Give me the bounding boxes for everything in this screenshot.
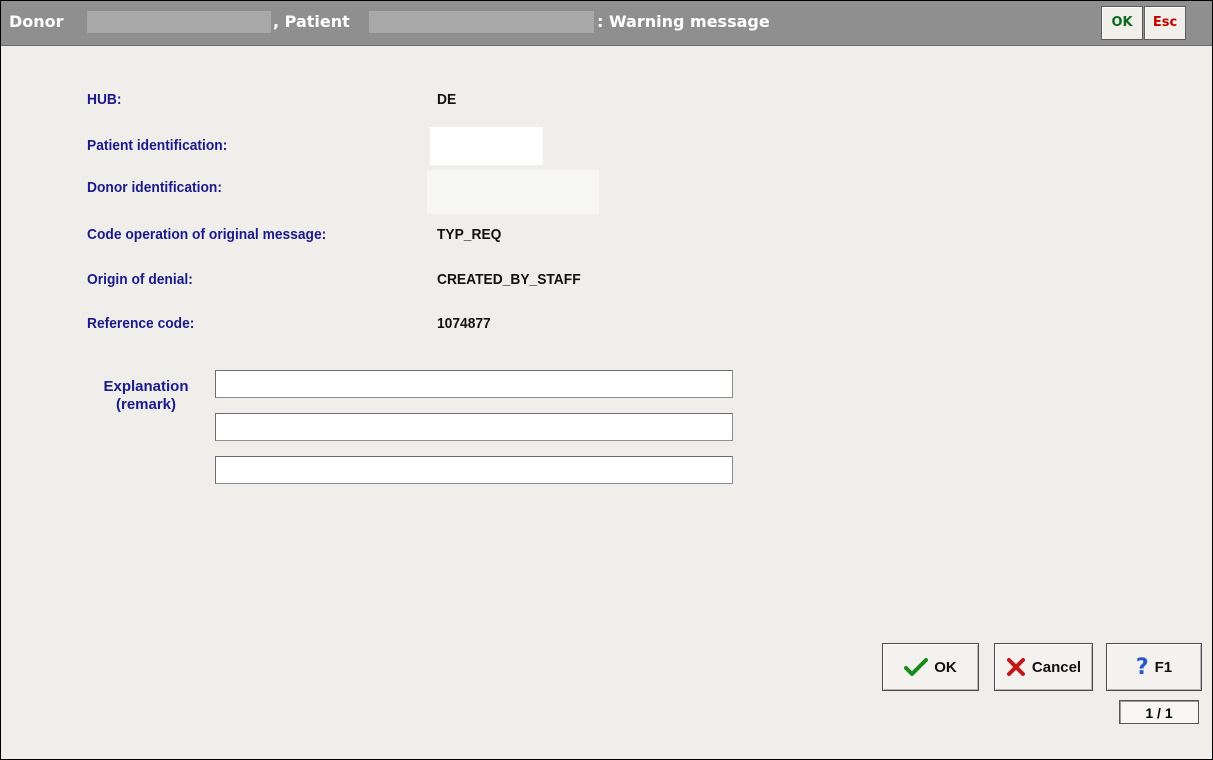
explanation-label-line1: Explanation — [103, 378, 189, 395]
titlebar-ok-button[interactable]: OK — [1101, 6, 1143, 40]
help-button-label: F1 — [1154, 658, 1173, 676]
cancel-button[interactable]: Cancel — [994, 643, 1093, 691]
page-indicator: 1 / 1 — [1119, 700, 1199, 724]
warning-message-window: Donor , Patient : Warning message OK Esc… — [0, 0, 1213, 760]
title-suffix: : Warning message — [597, 12, 770, 31]
title-bar: Donor , Patient : Warning message OK Esc — [1, 1, 1212, 46]
reference-code-value: 1074877 — [437, 315, 491, 332]
code-operation-label: Code operation of original message: — [87, 226, 327, 243]
explanation-label: Explanation (remark) — [87, 378, 205, 414]
donor-identification-label: Donor identification: — [87, 179, 222, 196]
cross-icon — [1006, 657, 1026, 677]
patient-identification-redacted — [430, 127, 543, 165]
hub-label: HUB: — [87, 91, 122, 108]
explanation-input-3[interactable] — [215, 456, 733, 484]
question-mark-icon: ? — [1135, 654, 1149, 680]
ok-button-label: OK — [934, 658, 957, 676]
code-operation-value: TYP_REQ — [437, 226, 502, 243]
cancel-button-label: Cancel — [1031, 658, 1082, 676]
title-patient: , Patient — [273, 12, 350, 31]
ok-button[interactable]: OK — [882, 643, 979, 691]
explanation-input-1[interactable] — [215, 370, 733, 398]
origin-of-denial-label: Origin of denial: — [87, 271, 193, 288]
help-f1-button[interactable]: ? F1 — [1106, 643, 1202, 691]
explanation-input-2[interactable] — [215, 413, 733, 441]
titlebar-esc-button[interactable]: Esc — [1144, 6, 1186, 40]
donor-name-redacted — [87, 11, 271, 33]
hub-value: DE — [437, 91, 457, 108]
reference-code-label: Reference code: — [87, 315, 195, 332]
patient-identification-label: Patient identification: — [87, 137, 228, 154]
title-donor: Donor — [9, 12, 64, 31]
origin-of-denial-value: CREATED_BY_STAFF — [437, 271, 581, 288]
checkmark-icon — [904, 657, 929, 677]
explanation-label-line2: (remark) — [115, 396, 177, 413]
donor-identification-redacted — [427, 170, 599, 214]
patient-name-redacted — [369, 11, 594, 33]
